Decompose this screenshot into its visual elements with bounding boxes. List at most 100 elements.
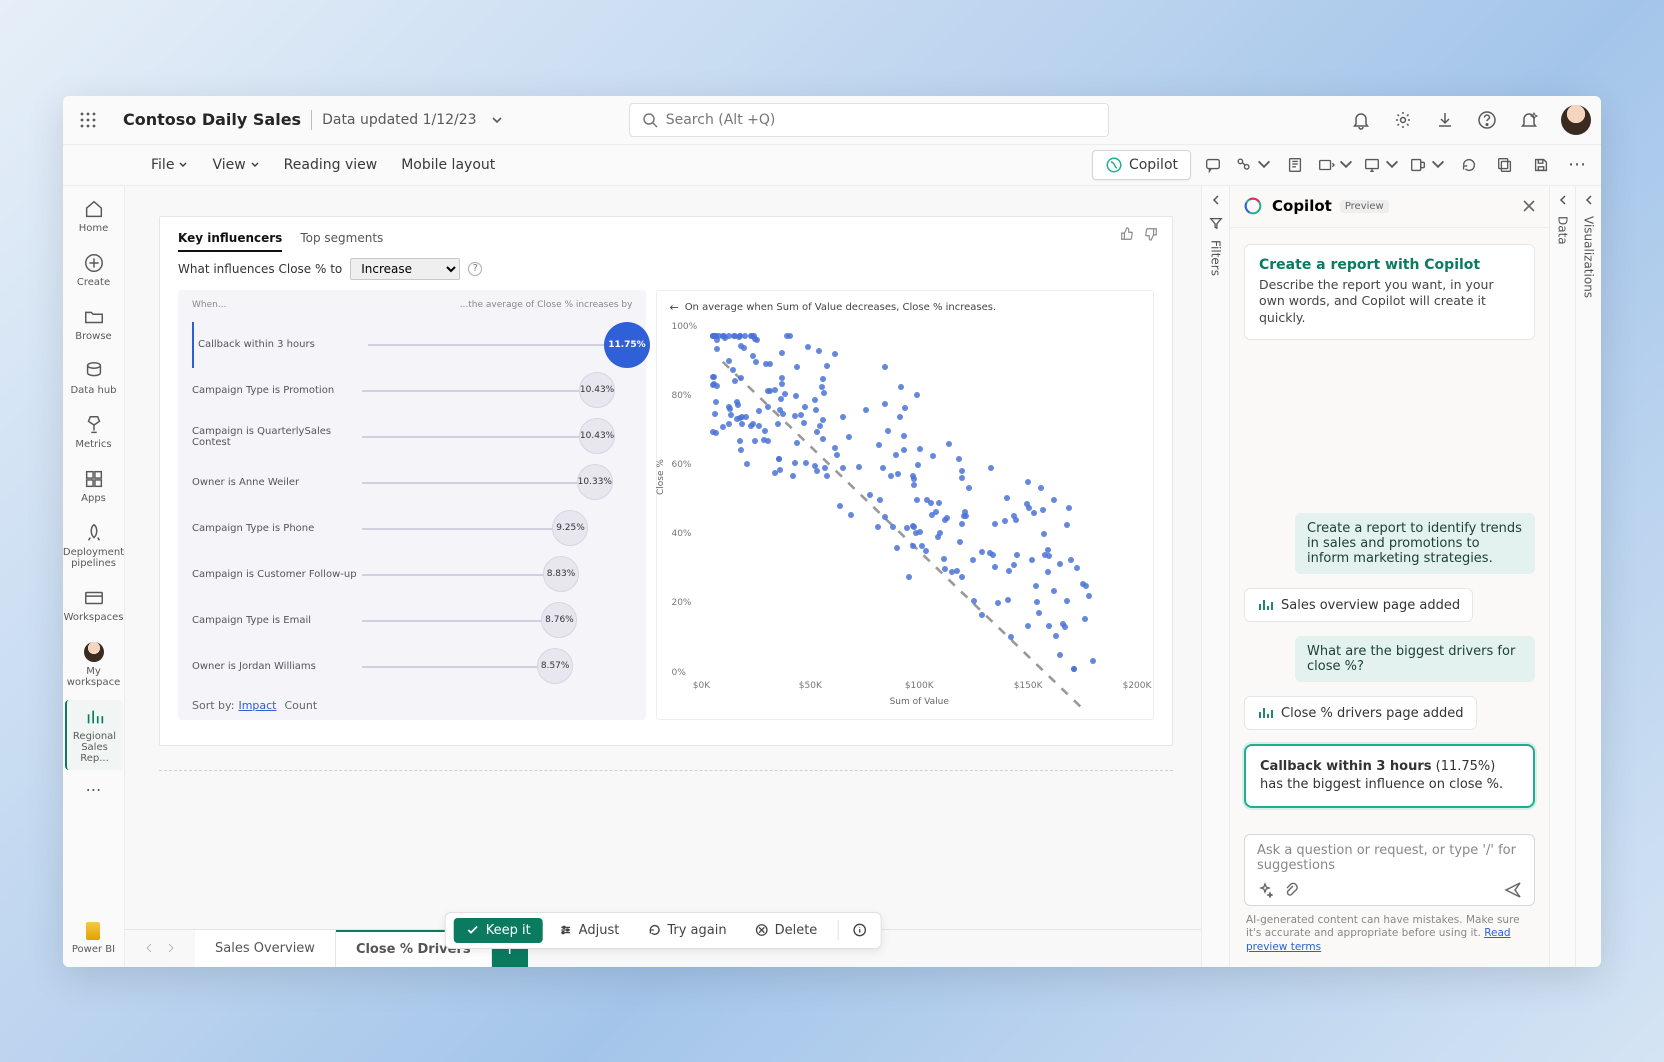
- comment-icon[interactable]: [1199, 151, 1227, 179]
- chevron-left-icon[interactable]: [1210, 194, 1222, 206]
- share-icon[interactable]: [1235, 151, 1273, 179]
- report-subtitle: Data updated 1/12/23: [322, 112, 477, 128]
- gear-icon[interactable]: [1393, 110, 1413, 130]
- canvas-area: Key influencers Top segments What influe…: [125, 186, 1201, 967]
- rail-workspaces[interactable]: Workspaces: [65, 581, 123, 629]
- avatar[interactable]: [1561, 105, 1591, 135]
- bookmark-icon[interactable]: [1281, 151, 1309, 179]
- sort-count[interactable]: Count: [285, 699, 318, 712]
- rail-regional-sales[interactable]: Regional Sales Rep...: [65, 700, 123, 770]
- page-tab-sales-overview[interactable]: Sales Overview: [195, 930, 336, 967]
- scatter-chart: ←On average when Sum of Value decreases,…: [656, 290, 1154, 720]
- rail-apps[interactable]: Apps: [65, 462, 123, 510]
- influencer-row[interactable]: Campaign is Customer Follow-up 8.83%: [192, 552, 632, 598]
- key-influencers-visual[interactable]: Key influencers Top segments What influe…: [159, 216, 1173, 746]
- search-placeholder: Search (Alt +Q): [666, 112, 776, 128]
- chevron-left-icon[interactable]: [1583, 194, 1595, 206]
- menu-view[interactable]: View: [204, 153, 267, 177]
- help-icon[interactable]: ?: [468, 262, 482, 276]
- attach-icon[interactable]: [1283, 882, 1299, 898]
- close-icon[interactable]: [1521, 198, 1537, 214]
- influencer-row[interactable]: Campaign is QuarterlySales Contest 10.43…: [192, 414, 632, 460]
- copilot-logo-icon: [1242, 195, 1264, 217]
- influencer-row[interactable]: Campaign Type is Promotion 10.43%: [192, 368, 632, 414]
- rail-create[interactable]: Create: [65, 246, 123, 294]
- data-pane-collapsed[interactable]: Data: [1550, 186, 1576, 967]
- copy-icon[interactable]: [1491, 151, 1519, 179]
- influencer-row[interactable]: Owner is Jordan Williams 8.57%: [192, 644, 632, 690]
- export-icon[interactable]: [1317, 151, 1355, 179]
- influence-direction-select[interactable]: Increase: [350, 258, 460, 280]
- influencers-list: When......the average of Close % increas…: [178, 290, 646, 720]
- chevron-down-icon[interactable]: [491, 114, 503, 126]
- influencer-row[interactable]: Campaign Type is Phone 9.25%: [192, 506, 632, 552]
- copilot-icon: [1105, 156, 1123, 174]
- influence-question: What influences Close % to: [178, 262, 342, 276]
- influencer-row[interactable]: Campaign Type is Email 8.76%: [192, 598, 632, 644]
- filter-icon: [1209, 216, 1223, 230]
- left-rail: Home Create Browse Data hub Metrics Apps…: [63, 186, 125, 967]
- refresh-icon[interactable]: [1455, 151, 1483, 179]
- rail-bottom: Power BI: [72, 912, 115, 967]
- send-icon[interactable]: [1504, 881, 1522, 899]
- tab-top-segments[interactable]: Top segments: [300, 231, 383, 252]
- rail-home[interactable]: Home: [65, 192, 123, 240]
- rail-browse[interactable]: Browse: [65, 300, 123, 348]
- influencer-row[interactable]: Callback within 3 hours 11.75%: [192, 322, 632, 368]
- ai-chip-1[interactable]: Sales overview page added: [1244, 588, 1473, 622]
- more-icon[interactable]: ⋯: [1563, 151, 1591, 179]
- command-bar: File View Reading view Mobile layout Cop…: [63, 144, 1601, 186]
- delete-button[interactable]: Delete: [743, 918, 830, 943]
- help-icon[interactable]: [1477, 110, 1497, 130]
- menu-reading-view[interactable]: Reading view: [276, 153, 386, 177]
- title-block: Contoso Daily Sales Data updated 1/12/23: [123, 110, 503, 130]
- search-input[interactable]: Search (Alt +Q): [629, 103, 1109, 137]
- teams-icon[interactable]: [1409, 151, 1447, 179]
- copilot-button[interactable]: Copilot: [1092, 150, 1191, 180]
- back-icon[interactable]: ←: [669, 301, 678, 314]
- chart-icon: [1257, 597, 1273, 613]
- user-message-2: What are the biggest drivers for close %…: [1295, 636, 1535, 682]
- try-again-button[interactable]: Try again: [635, 918, 738, 943]
- copilot-footer: AI-generated content can have mistakes. …: [1230, 914, 1549, 967]
- copilot-input[interactable]: Ask a question or request, or type '/' f…: [1244, 834, 1535, 906]
- bell-spark-icon[interactable]: [1519, 110, 1539, 130]
- adjust-button[interactable]: Adjust: [547, 918, 632, 943]
- page-nav[interactable]: [125, 930, 195, 967]
- ai-insight-message: Callback within 3 hours (11.75%) has the…: [1244, 744, 1535, 807]
- separator: [311, 110, 312, 130]
- chevron-left-icon[interactable]: [1557, 194, 1569, 206]
- rail-more-icon[interactable]: ⋯: [86, 780, 102, 799]
- keep-it-button[interactable]: Keep it: [454, 918, 543, 943]
- search-icon: [642, 112, 658, 128]
- copilot-action-bar: Keep it Adjust Try again Delete: [445, 912, 882, 949]
- main-row: Home Create Browse Data hub Metrics Apps…: [63, 186, 1601, 967]
- menu-mobile-layout[interactable]: Mobile layout: [393, 153, 503, 177]
- copilot-pane: Copilot Preview Create a report with Cop…: [1229, 186, 1549, 967]
- rail-deployment[interactable]: Deployment pipelines: [65, 516, 123, 575]
- rail-my-workspace[interactable]: My workspace: [65, 635, 123, 694]
- thumbs-down-icon[interactable]: [1144, 227, 1158, 241]
- visualizations-pane-collapsed[interactable]: Visualizations: [1576, 186, 1601, 967]
- ai-chip-2[interactable]: Close % drivers page added: [1244, 696, 1477, 730]
- rail-datahub[interactable]: Data hub: [65, 354, 123, 402]
- download-icon[interactable]: [1435, 110, 1455, 130]
- report-title: Contoso Daily Sales: [123, 110, 301, 129]
- menu-file[interactable]: File: [143, 153, 196, 177]
- tab-key-influencers[interactable]: Key influencers: [178, 231, 282, 252]
- save-icon[interactable]: [1527, 151, 1555, 179]
- sort-impact[interactable]: Impact: [238, 699, 276, 712]
- bell-icon[interactable]: [1351, 110, 1371, 130]
- powerbi-logo-icon: [86, 922, 100, 940]
- sparkle-icon[interactable]: [1257, 882, 1273, 898]
- app-window: Contoso Daily Sales Data updated 1/12/23…: [63, 96, 1601, 967]
- top-header: Contoso Daily Sales Data updated 1/12/23…: [63, 96, 1601, 144]
- copilot-intro-card: Create a report with Copilot Describe th…: [1244, 244, 1535, 341]
- rail-metrics[interactable]: Metrics: [65, 408, 123, 456]
- present-icon[interactable]: [1363, 151, 1401, 179]
- filters-pane-collapsed[interactable]: Filters: [1201, 186, 1229, 967]
- thumbs-up-icon[interactable]: [1120, 227, 1134, 241]
- info-icon[interactable]: [846, 918, 872, 942]
- app-launcher-icon[interactable]: [73, 105, 103, 135]
- influencer-row[interactable]: Owner is Anne Weiler 10.33%: [192, 460, 632, 506]
